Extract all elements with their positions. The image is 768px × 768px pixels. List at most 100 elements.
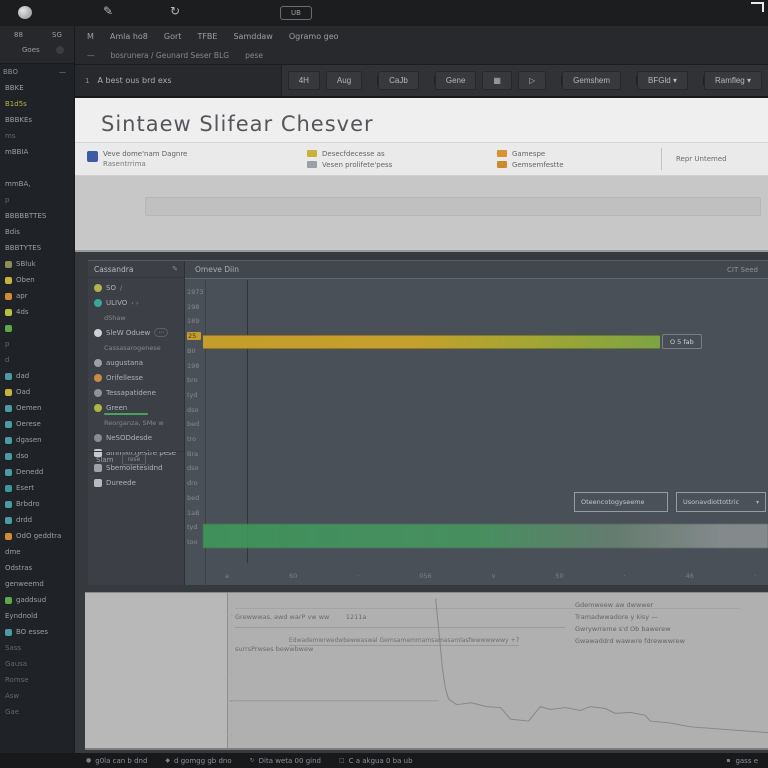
edit-icon[interactable]: ✎ [172, 265, 178, 273]
clip-region-tag[interactable]: O 5 fab [662, 334, 702, 349]
timeline-row-label: 198 [187, 302, 200, 311]
inspector-item[interactable]: Cassasarogenese [88, 340, 184, 355]
sidebar-item[interactable]: BO esses [0, 624, 74, 640]
sidebar-item[interactable]: Sass [0, 640, 74, 656]
menu-row2-suffix[interactable]: pese [245, 51, 263, 60]
sidebar-item[interactable]: SBluk [0, 256, 74, 272]
sidebar-item[interactable]: Asw [0, 688, 74, 704]
sidebar-toggle-icon[interactable] [56, 46, 64, 54]
playhead[interactable] [247, 280, 248, 563]
sidebar-tab-3[interactable]: Goes [22, 46, 40, 54]
inspector-item[interactable]: NeSODdesde [88, 430, 184, 445]
sidebar-item[interactable]: mBBIA [0, 144, 74, 160]
sidebar-item[interactable]: genweemd [0, 576, 74, 592]
sidebar-item[interactable]: Romse [0, 672, 74, 688]
inspector-item[interactable]: Orifellesse [88, 370, 184, 385]
inspector-item[interactable]: dShaw [88, 310, 184, 325]
sidebar-item[interactable]: Gausa [0, 656, 74, 672]
sidebar-item-icon [5, 436, 12, 444]
inspector-item[interactable]: Green [88, 400, 184, 415]
sidebar-item[interactable]: Denedd [0, 464, 74, 480]
toolbar-button[interactable]: Gene [434, 71, 477, 90]
sidebar-item-icon [5, 468, 12, 476]
sidebar-item[interactable]: Oemen [0, 400, 74, 416]
toolbar-button[interactable]: 4H [287, 71, 320, 90]
lib-button[interactable]: UB [280, 6, 312, 20]
inspector-item[interactable]: ULIVO ‹ › [88, 295, 184, 310]
sidebar-item[interactable]: p [0, 336, 74, 352]
sidebar-item[interactable]: Oerese [0, 416, 74, 432]
timeline-tick-label: 50 [555, 572, 564, 580]
sidebar-item[interactable]: BBKE [0, 80, 74, 96]
toolbar-button[interactable]: ▷ [517, 71, 547, 90]
sidebar-item[interactable]: BBBTYTES [0, 240, 74, 256]
timeline-select-1[interactable]: Oteencotogyseeme [574, 492, 668, 512]
toolbar-button[interactable]: CaJb [378, 71, 419, 90]
sidebar-tab-2[interactable]: SG [52, 31, 62, 39]
sidebar-item[interactable]: dso [0, 448, 74, 464]
sidebar-item[interactable]: dme [0, 544, 74, 560]
sidebar-item[interactable]: Gae [0, 704, 74, 720]
collapse-icon[interactable]: — [59, 68, 66, 76]
sidebar-item[interactable] [0, 320, 74, 336]
sidebar-item[interactable]: mmBA, [0, 176, 74, 192]
sidebar-item[interactable]: dad [0, 368, 74, 384]
toolbar-button[interactable]: ▦ [482, 71, 512, 90]
clip-region-yellow[interactable] [203, 335, 660, 349]
inspector-footer-label[interactable]: Slam [96, 456, 114, 464]
timeline-header-right[interactable]: CIT Seed [727, 266, 758, 274]
toolbar-button[interactable]: BFGld ▾ [637, 71, 688, 90]
workspace: Cassandra ✎ SO / ULIVO ‹ › dShaw SleW Od… [75, 252, 768, 753]
inspector-header[interactable]: Cassandra ✎ [88, 261, 184, 278]
inspector-footer-button[interactable]: rese [121, 454, 147, 465]
sidebar-item[interactable]: Odstras [0, 560, 74, 576]
menu-breadcrumb[interactable]: bosrunera / Geunard Seser BLG [111, 51, 230, 60]
refresh-icon[interactable]: ↻ [170, 4, 180, 18]
toolbar-button[interactable]: Gemshem [562, 71, 622, 90]
timeline-select-2[interactable]: Usonavdiottottric ▾ [676, 492, 766, 512]
menu-item[interactable]: Samddaw [233, 32, 272, 41]
inspector-item[interactable]: Dureede [88, 475, 184, 490]
menu-item[interactable]: Ogramo geo [289, 32, 339, 41]
sidebar-item[interactable]: apr [0, 288, 74, 304]
inspector-item[interactable]: augustana [88, 355, 184, 370]
toolbar-button[interactable]: Ramfleg ▾ [703, 71, 762, 90]
timeline-header-left[interactable]: Omeve Diin [195, 265, 239, 274]
toolbar-button[interactable]: Aug [325, 71, 363, 90]
sidebar-item[interactable]: Bdis [0, 224, 74, 240]
app-window: ✎ ↻ UB 88 SG Goes BBO — BBKE B1d5s BBBKE… [0, 0, 768, 768]
sidebar-item[interactable]: Brbdro [0, 496, 74, 512]
sidebar-item[interactable]: Eyndnold [0, 608, 74, 624]
sidebar-tab-1[interactable]: 88 [14, 31, 23, 39]
inspector-item[interactable]: Reorganza, SMe w [88, 415, 184, 430]
app-logo-icon [18, 6, 32, 19]
menu-item[interactable]: Amla ho8 [110, 32, 148, 41]
sidebar-item[interactable]: 4ds [0, 304, 74, 320]
clip-region-green[interactable] [203, 524, 768, 548]
inspector-item[interactable]: SleW Oduew ⋯ [88, 325, 184, 340]
sidebar-item[interactable]: Esert [0, 480, 74, 496]
sidebar-item[interactable]: drdd [0, 512, 74, 528]
sidebar-item[interactable]: Oben [0, 272, 74, 288]
inspector-item-icon [94, 433, 102, 442]
sidebar-item[interactable]: OdO geddtra [0, 528, 74, 544]
timeline-row-label: tyd [187, 390, 198, 399]
sidebar-item-label: Asw [5, 692, 20, 700]
sidebar-item[interactable]: B1d5s [0, 96, 74, 112]
sidebar-section-header[interactable]: BBO — [0, 64, 74, 80]
sidebar-item[interactable]: dgasen [0, 432, 74, 448]
sidebar-item[interactable]: Oad [0, 384, 74, 400]
sidebar-item[interactable]: gaddsud [0, 592, 74, 608]
sidebar-item[interactable]: d [0, 352, 74, 368]
sidebar-item[interactable]: p [0, 192, 74, 208]
sidebar-item[interactable]: BBBKEs [0, 112, 74, 128]
pencil-icon[interactable]: ✎ [103, 4, 113, 18]
sidebar-item-icon [5, 324, 12, 332]
sidebar-item[interactable]: BBBBBTTES [0, 208, 74, 224]
sidebar-item[interactable]: ms [0, 128, 74, 144]
inspector-item[interactable]: SO / [88, 280, 184, 295]
inspector-item[interactable]: Tessapatidene [88, 385, 184, 400]
menu-item[interactable]: Gort [164, 32, 182, 41]
sidebar-item[interactable] [0, 160, 74, 176]
menu-item[interactable]: TFBE [197, 32, 217, 41]
